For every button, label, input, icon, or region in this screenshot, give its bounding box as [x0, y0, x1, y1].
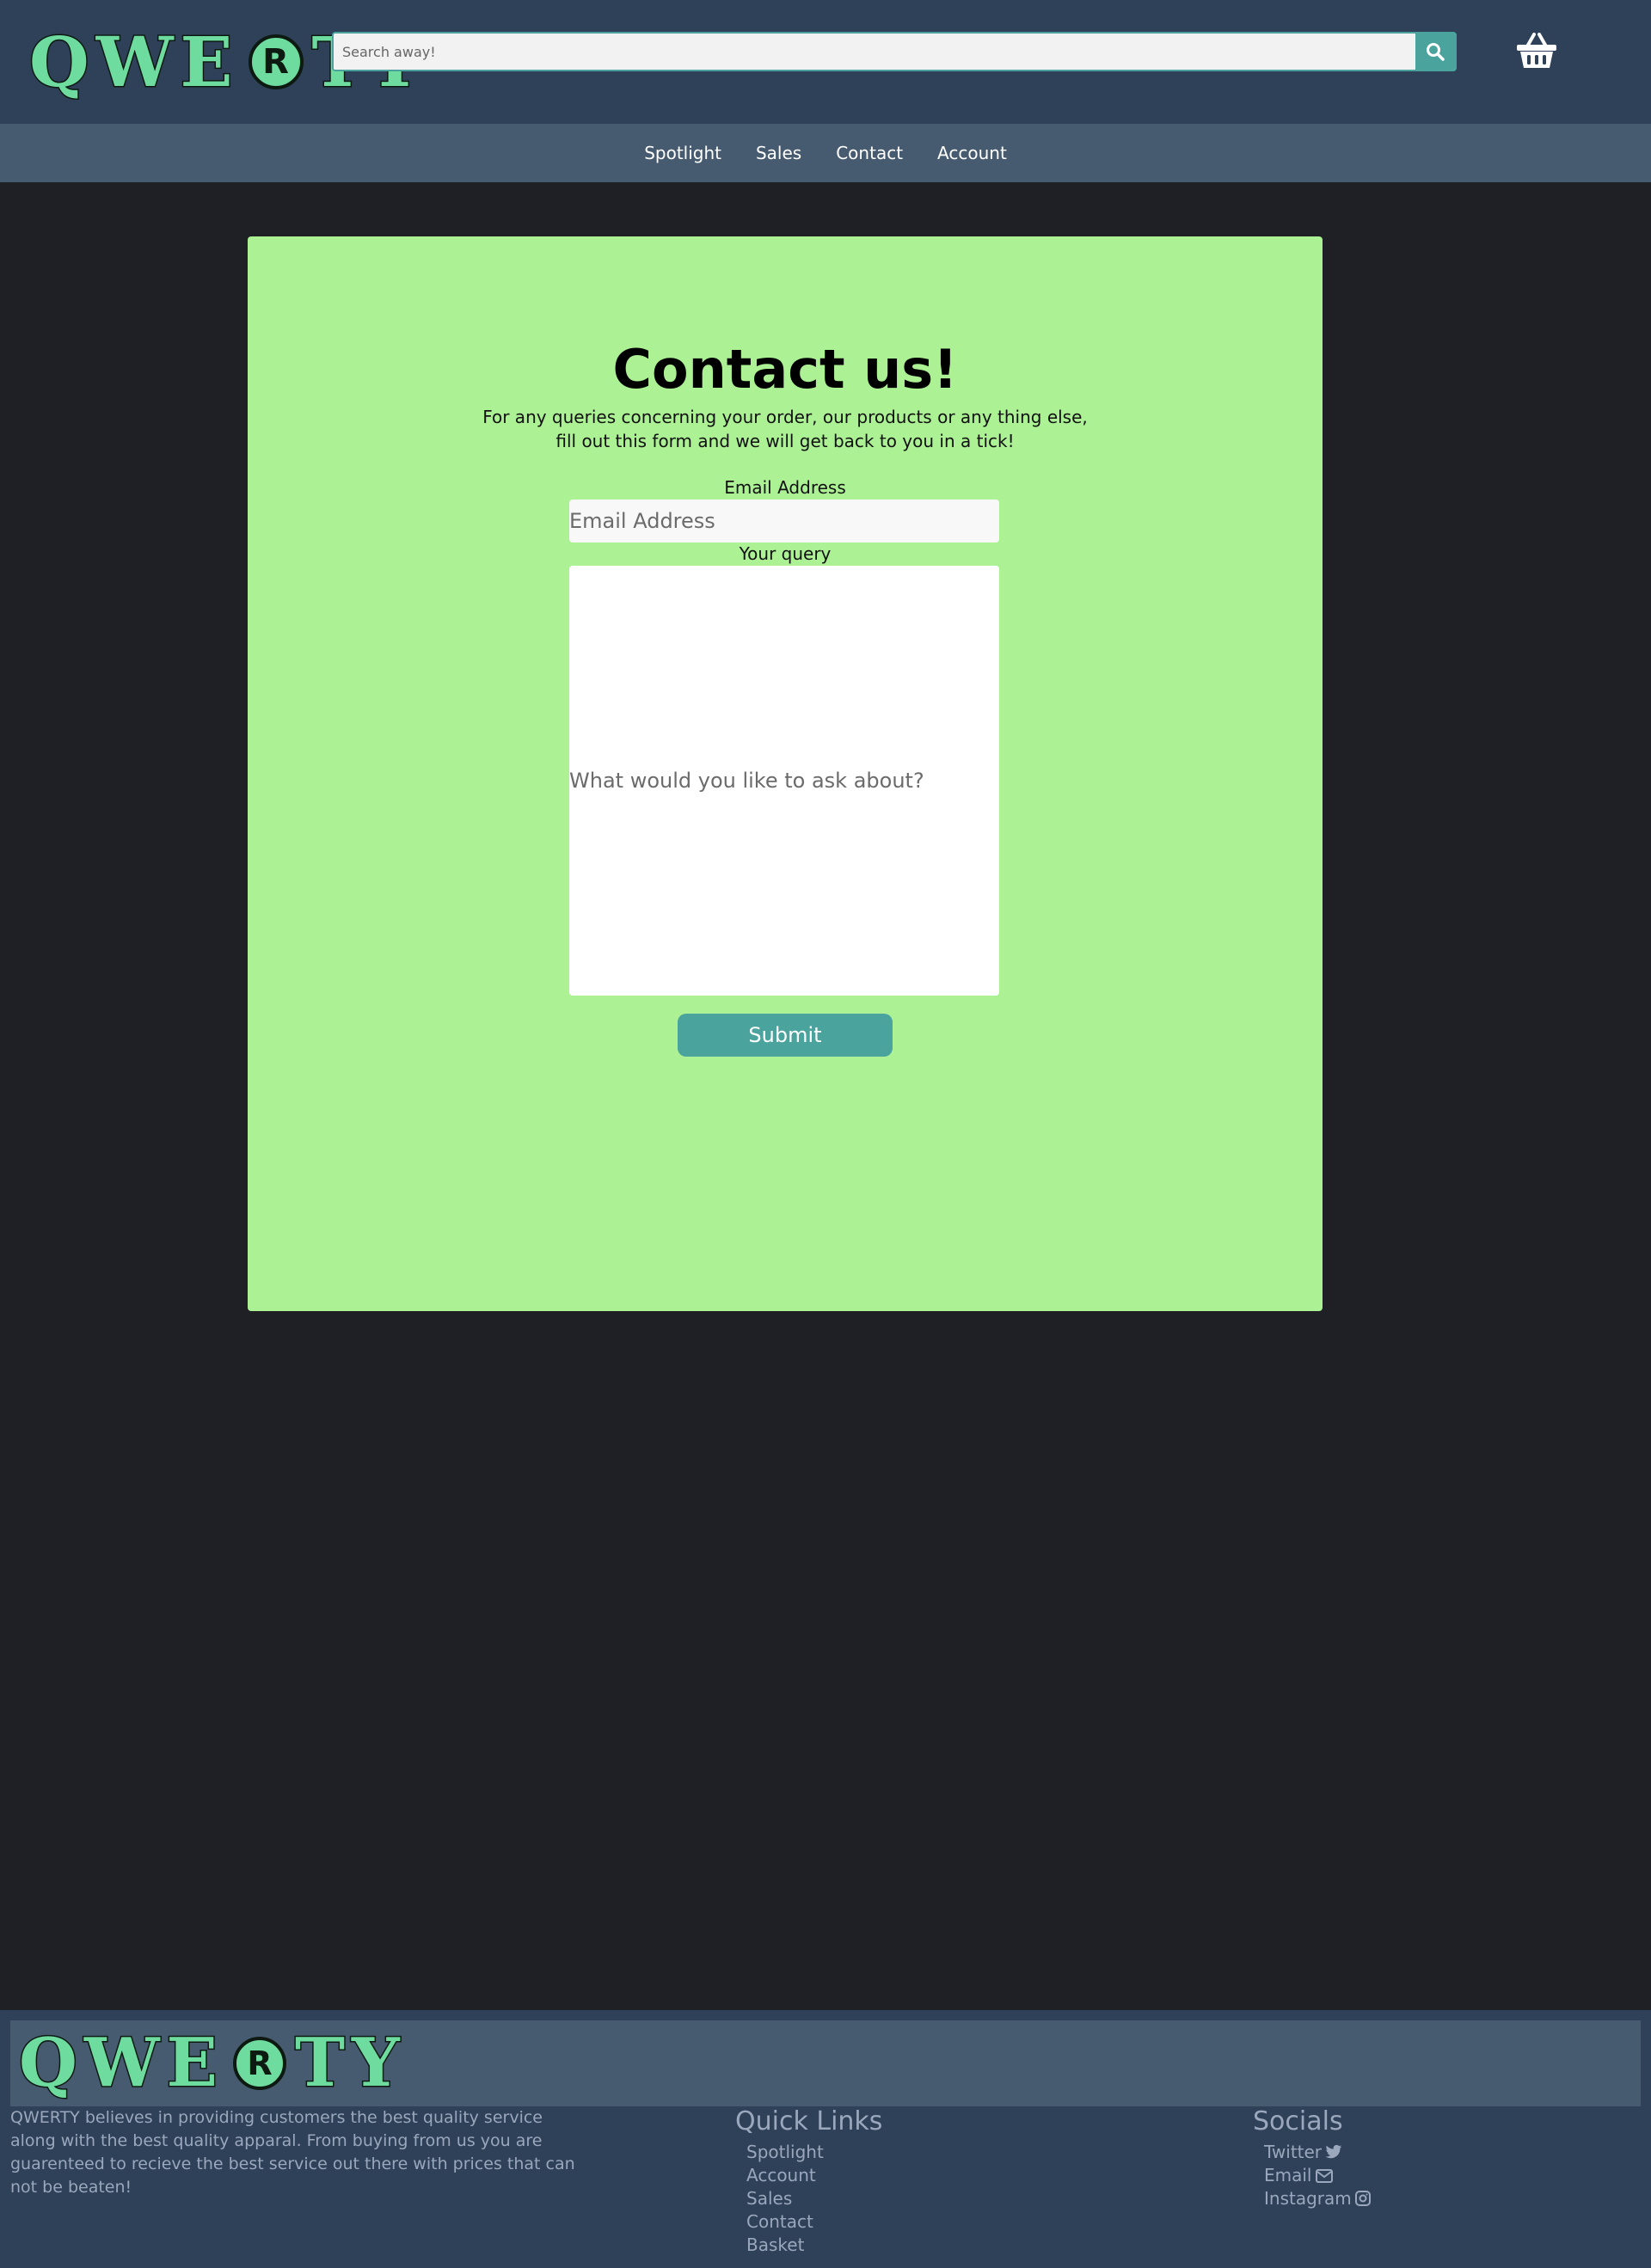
search-icon — [1427, 43, 1445, 61]
social-email-label: Email — [1264, 2165, 1312, 2185]
intro-line-2: fill out this form and we will get back … — [555, 431, 1015, 451]
main-nav: Spotlight Sales Contact Account — [0, 124, 1651, 182]
instagram-icon — [1354, 2191, 1371, 2206]
site-footer: QWE R TY QWERTY believes in providing cu… — [0, 2010, 1651, 2268]
contact-intro: For any queries concerning your order, o… — [248, 405, 1323, 453]
nav-item-spotlight[interactable]: Spotlight — [627, 143, 739, 163]
query-placeholder: What would you like to ask about? — [569, 769, 924, 793]
basket-button[interactable] — [1515, 31, 1558, 70]
page-title: Contact us! — [612, 338, 958, 401]
nav-item-contact[interactable]: Contact — [819, 143, 920, 163]
query-label: Your query — [739, 543, 832, 564]
contact-card: Contact us! For any queries concerning y… — [248, 236, 1323, 1311]
submit-button[interactable]: Submit — [678, 1014, 893, 1057]
email-field[interactable] — [569, 500, 999, 542]
site-header: QWE R TY — [0, 0, 1651, 124]
footer-registered-mark: R — [233, 2037, 286, 2090]
logo-text-left: QWE — [28, 21, 240, 102]
quick-links-title: Quick Links — [735, 2106, 883, 2136]
social-instagram-label: Instagram — [1264, 2188, 1352, 2209]
social-twitter[interactable]: Twitter — [1264, 2141, 1371, 2164]
search-button[interactable] — [1415, 34, 1455, 70]
envelope-icon — [1315, 2169, 1333, 2183]
quick-links-list: Spotlight Account Sales Contact Basket — [746, 2141, 824, 2257]
twitter-icon — [1325, 2144, 1342, 2159]
email-label: Email Address — [724, 477, 846, 498]
nav-item-sales[interactable]: Sales — [739, 143, 819, 163]
registered-mark: R — [248, 34, 304, 89]
social-instagram[interactable]: Instagram — [1264, 2187, 1371, 2210]
search-input[interactable] — [334, 34, 1415, 70]
socials-list: Twitter Email Instagram — [1264, 2141, 1371, 2210]
quick-link-contact[interactable]: Contact — [746, 2210, 824, 2234]
footer-logo-band: QWE R TY — [10, 2020, 1641, 2106]
query-textarea[interactable]: What would you like to ask about? — [569, 566, 999, 996]
social-twitter-label: Twitter — [1264, 2142, 1323, 2162]
quick-link-sales[interactable]: Sales — [746, 2187, 824, 2210]
footer-logo-text-left: QWE — [18, 2024, 224, 2102]
footer-about-text: QWERTY believes in providing customers t… — [10, 2108, 575, 2197]
nav-item-account[interactable]: Account — [920, 143, 1024, 163]
basket-icon — [1517, 33, 1556, 68]
footer-logo-text-right: TY — [294, 2024, 407, 2102]
search-bar — [332, 32, 1457, 71]
socials-title: Socials — [1253, 2106, 1343, 2136]
quick-link-basket[interactable]: Basket — [746, 2234, 824, 2257]
footer-logo[interactable]: QWE R TY — [18, 2024, 407, 2102]
intro-line-1: For any queries concerning your order, o… — [482, 407, 1088, 427]
quick-link-spotlight[interactable]: Spotlight — [746, 2141, 824, 2164]
quick-link-account[interactable]: Account — [746, 2164, 824, 2187]
social-email[interactable]: Email — [1264, 2164, 1371, 2187]
